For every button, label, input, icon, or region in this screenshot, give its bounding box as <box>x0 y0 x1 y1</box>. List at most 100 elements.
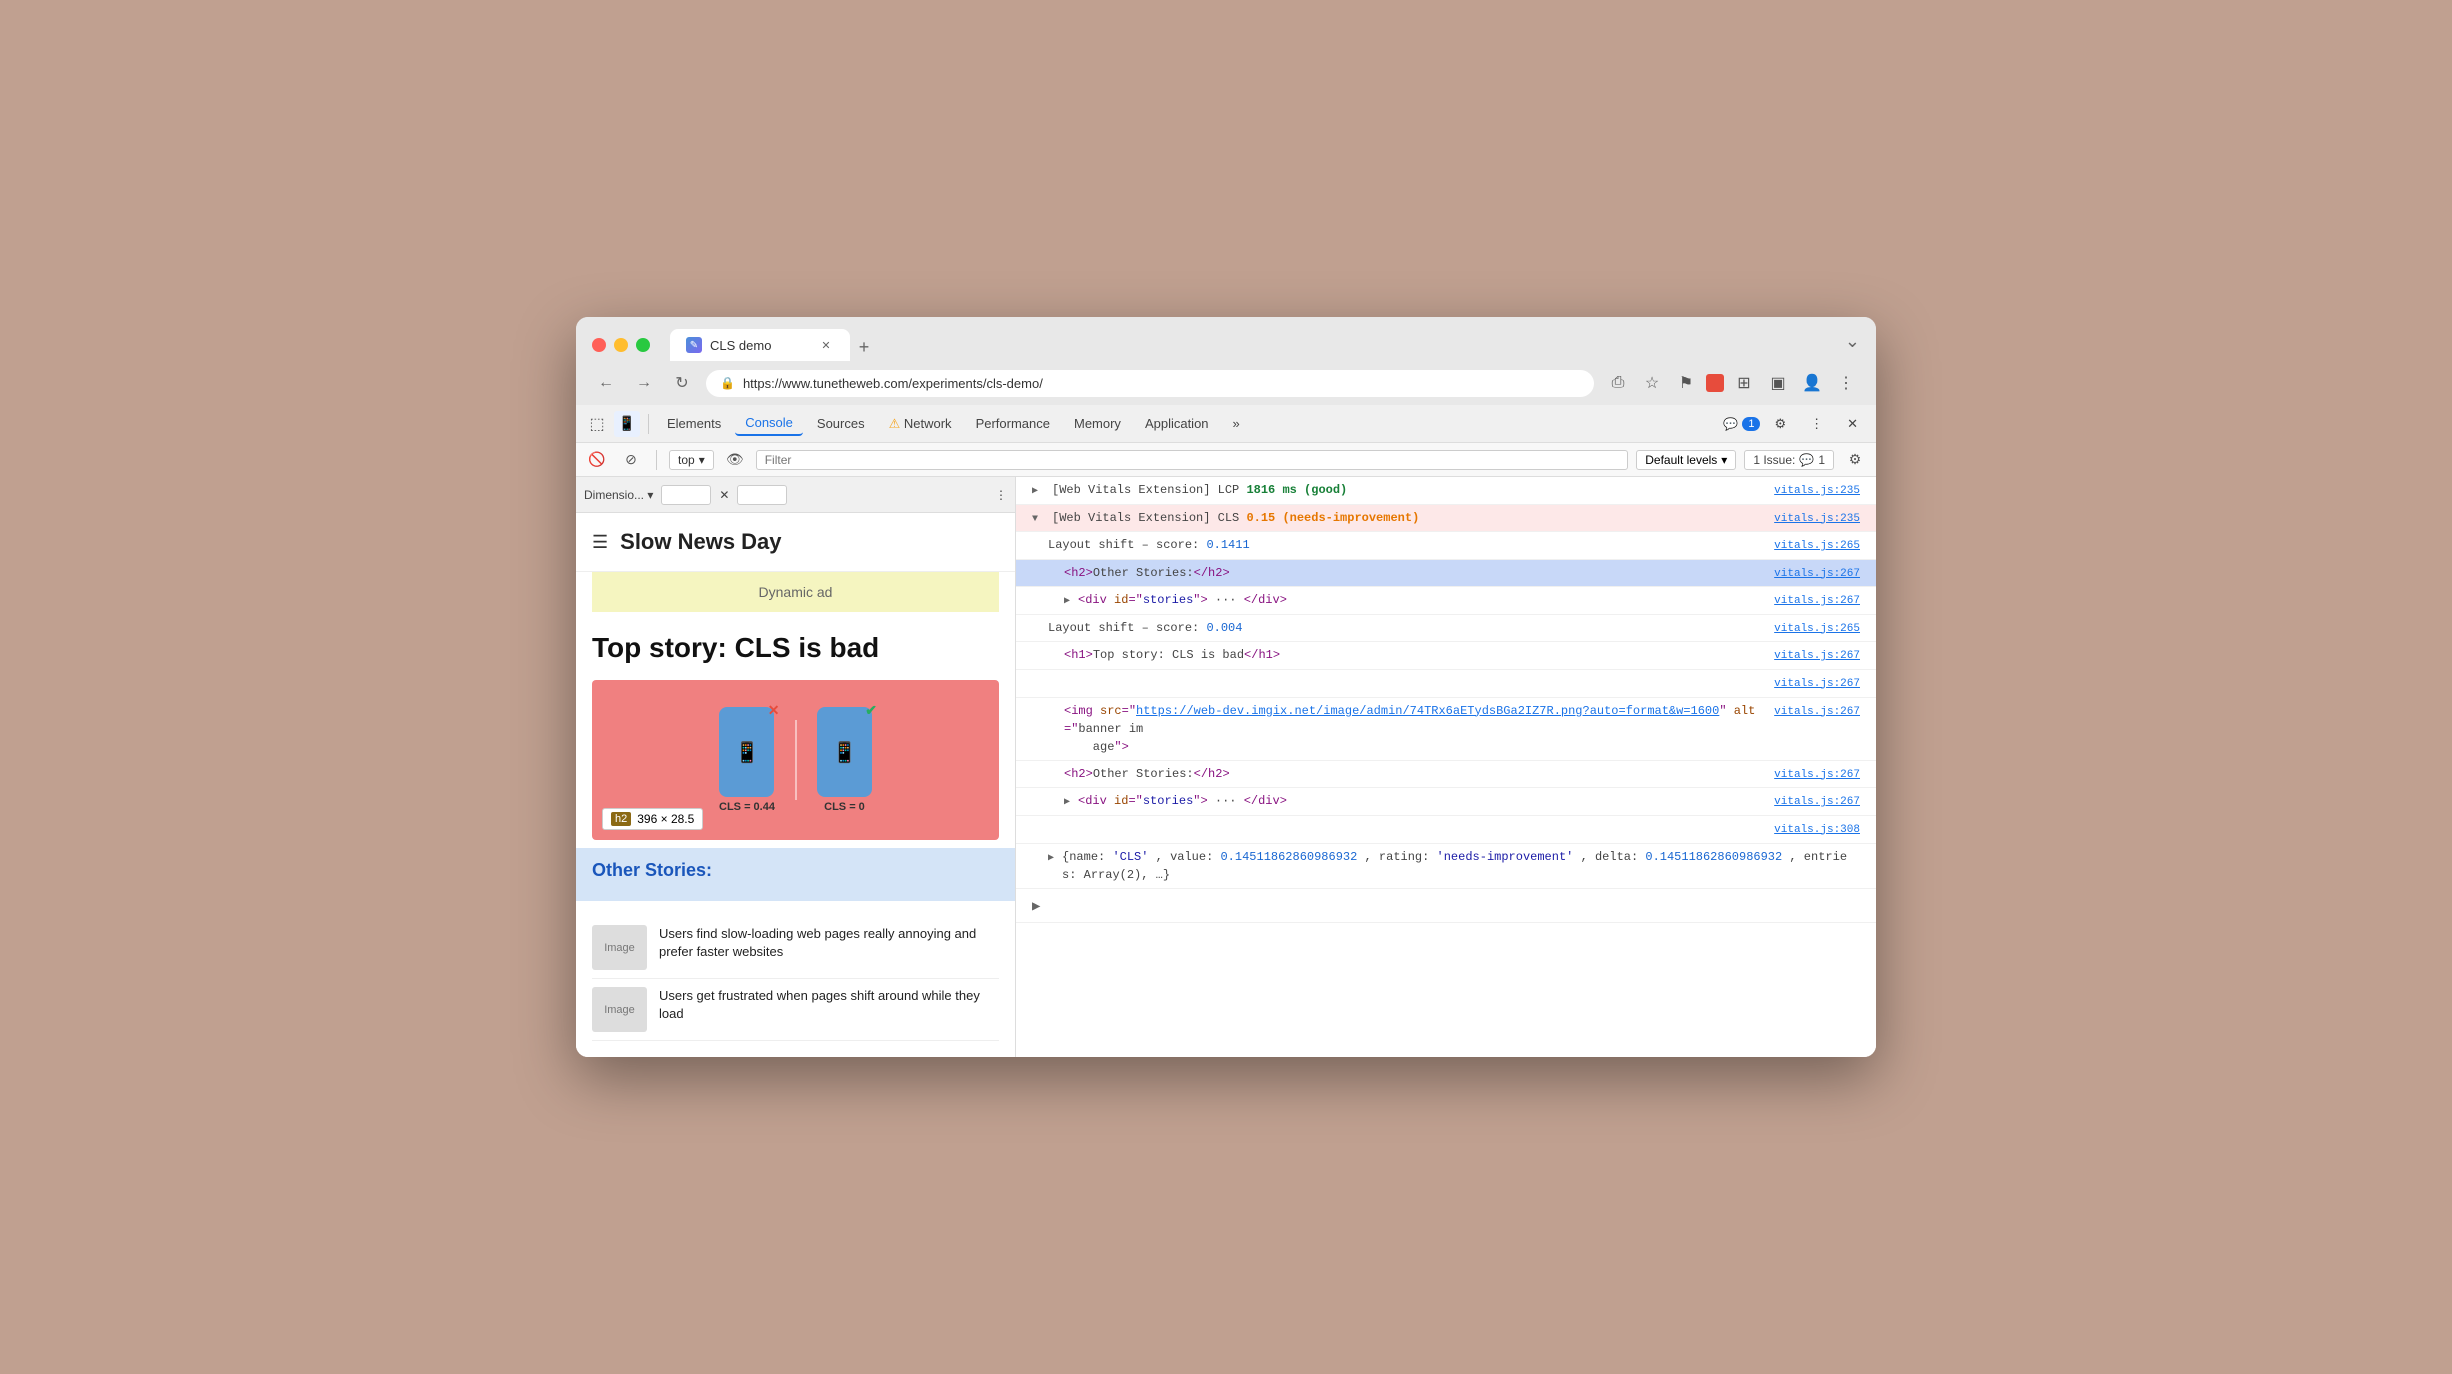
divider <box>795 720 797 800</box>
h2-stories-2-source[interactable]: vitals.js:267 <box>1774 767 1860 784</box>
extensions-icon[interactable]: ⊞ <box>1730 369 1758 397</box>
devtools-close-btn[interactable]: ✕ <box>1837 412 1868 436</box>
tab-network[interactable]: ⚠ Network <box>879 412 962 436</box>
share-icon[interactable]: ⎙ <box>1604 369 1632 397</box>
expand-lcp-arrow[interactable]: ▶ <box>1032 484 1044 499</box>
devtools-more-btn[interactable]: ⋮ <box>1800 412 1833 436</box>
top-label: top <box>678 453 695 467</box>
flag-icon[interactable]: ⚑ <box>1672 369 1700 397</box>
console-cls-line: ▼ [Web Vitals Extension] CLS 0.15 (needs… <box>1016 505 1876 533</box>
address-input[interactable]: 🔒 https://www.tunetheweb.com/experiments… <box>706 370 1594 397</box>
reload-button[interactable]: ↻ <box>668 369 696 397</box>
cls-bad-label: CLS = 0.44 <box>719 801 775 813</box>
div-stories-2-expand[interactable]: ▶ <box>1064 795 1070 810</box>
tab-memory[interactable]: Memory <box>1064 412 1131 435</box>
minimize-button[interactable] <box>614 338 628 352</box>
object-content: {name: 'CLS' , value: 0.1451186286098693… <box>1062 848 1860 884</box>
active-tab[interactable]: ✎ CLS demo ✕ <box>670 329 850 361</box>
hamburger-menu[interactable]: ☰ <box>592 532 608 553</box>
tab-console[interactable]: Console <box>735 411 803 436</box>
div-stories-1-expand[interactable]: ▶ <box>1064 594 1070 609</box>
devtools-end-controls: 💬 1 ⚙ ⋮ ✕ <box>1723 412 1868 436</box>
dimensions-more-btn[interactable]: ⋮ <box>995 488 1007 502</box>
width-input[interactable]: 412 <box>661 485 711 505</box>
console-toolbar: 🚫 ⊘ top ▾ 👁 Default levels ▾ 1 Issue: 💬 … <box>576 443 1876 477</box>
page-header: ☰ Slow News Day <box>576 513 1015 572</box>
spacer-source[interactable]: vitals.js:267 <box>1774 676 1860 693</box>
recording-icon <box>1706 374 1724 392</box>
devtools-inspect-button[interactable]: ⬚ <box>584 411 610 437</box>
div-stories-1-content: <div id="stories"> ··· </div> <box>1078 591 1766 609</box>
div-stories-1-line: ▶ <div id="stories"> ··· </div> vitals.j… <box>1016 587 1876 615</box>
other-stories-text: Other Stories: <box>592 860 712 880</box>
phone-good: 📱 ✔ <box>817 707 872 797</box>
object-expand[interactable]: ▶ <box>1048 851 1054 866</box>
more-options-icon[interactable]: ⋮ <box>1832 369 1860 397</box>
issue-badge[interactable]: 1 Issue: 💬 1 <box>1744 450 1834 470</box>
browser-window: ✎ CLS demo ✕ + ⌄ ← → ↻ 🔒 https://www.tun… <box>576 317 1876 1057</box>
expand-cls-arrow[interactable]: ▼ <box>1032 512 1044 527</box>
devtools-settings-btn[interactable]: ⚙ <box>1764 412 1796 436</box>
img-line: <img src="https://web-dev.imgix.net/imag… <box>1016 698 1876 761</box>
cls-source[interactable]: vitals.js:235 <box>1774 511 1860 528</box>
dimensions-bar: Dimensio... ▾ 412 ✕ 823 ⋮ <box>576 477 1015 513</box>
filter-input[interactable] <box>756 450 1629 470</box>
stories-list: Image Users find slow-loading web pages … <box>576 909 1015 1049</box>
layout-shift-2-source[interactable]: vitals.js:265 <box>1774 621 1860 638</box>
layout-shift-1-source[interactable]: vitals.js:265 <box>1774 538 1860 555</box>
default-levels-label: Default levels <box>1645 453 1717 467</box>
bottom-expand-arrow[interactable]: ▶ <box>1032 897 1040 918</box>
network-warning-icon: ⚠ <box>889 416 901 431</box>
eye-icon[interactable]: 👁 <box>722 447 748 473</box>
filter-toggle-btn[interactable]: ⊘ <box>618 447 644 473</box>
tab-more[interactable]: » <box>1223 412 1250 435</box>
height-input[interactable]: 823 <box>737 485 787 505</box>
div-stories-2-source[interactable]: vitals.js:267 <box>1774 794 1860 811</box>
other-stories-header: Other Stories: <box>576 848 1015 893</box>
context-dropdown[interactable]: top ▾ <box>669 450 714 470</box>
clear-console-btn[interactable]: 🚫 <box>584 447 610 473</box>
issues-counter[interactable]: 💬 1 <box>1723 417 1760 431</box>
vitals-308-source[interactable]: vitals.js:308 <box>1774 822 1860 839</box>
hero-image: 📱 ✕ CLS = 0.44 📱 ✔ CLS = 0 <box>592 680 999 840</box>
div-stories-1-source[interactable]: vitals.js:267 <box>1774 593 1860 610</box>
ad-banner: Dynamic ad <box>592 572 999 612</box>
tab-elements[interactable]: Elements <box>657 412 731 435</box>
dimension-cross: ✕ <box>719 488 729 502</box>
back-button[interactable]: ← <box>592 369 620 397</box>
dropdown-arrow: ▾ <box>699 453 705 467</box>
phone-bad-group: 📱 ✕ CLS = 0.44 <box>719 707 775 813</box>
forward-button[interactable]: → <box>630 369 658 397</box>
default-levels-dropdown[interactable]: Default levels ▾ <box>1636 450 1736 470</box>
tab-sources[interactable]: Sources <box>807 412 875 435</box>
check-mark-icon: ✔ <box>865 702 877 719</box>
tab-favicon: ✎ <box>686 337 702 353</box>
h1-source[interactable]: vitals.js:267 <box>1774 648 1860 665</box>
lcp-source[interactable]: vitals.js:235 <box>1774 483 1860 500</box>
img-source[interactable]: vitals.js:267 <box>1774 704 1860 721</box>
tab-performance[interactable]: Performance <box>966 412 1060 435</box>
profile-icon[interactable]: 👤 <box>1798 369 1826 397</box>
console-settings-btn[interactable]: ⚙ <box>1842 447 1868 473</box>
issue-count: 1 <box>1818 453 1825 467</box>
h2-stories-source[interactable]: vitals.js:267 <box>1774 566 1860 583</box>
lcp-content: [Web Vitals Extension] LCP 1816 ms (good… <box>1052 481 1766 499</box>
h2-stories-content: <h2>Other Stories:</h2> <box>1064 564 1766 582</box>
spacer-line: vitals.js:267 <box>1016 670 1876 698</box>
close-button[interactable] <box>592 338 606 352</box>
tab-close-button[interactable]: ✕ <box>818 337 834 353</box>
tab-application[interactable]: Application <box>1135 412 1219 435</box>
maximize-button[interactable] <box>636 338 650 352</box>
page-headline: Top story: CLS is bad <box>576 624 1015 672</box>
cls-content: [Web Vitals Extension] CLS 0.15 (needs-i… <box>1052 509 1766 527</box>
page-site-title: Slow News Day <box>620 529 781 555</box>
layout-shift-1-line: Layout shift – score: 0.1411 vitals.js:2… <box>1016 532 1876 560</box>
img-content: <img src="https://web-dev.imgix.net/imag… <box>1064 702 1766 756</box>
h2-stories-2-content: <h2>Other Stories:</h2> <box>1064 765 1766 783</box>
new-tab-button[interactable]: + <box>850 333 878 361</box>
vitals-308-line: vitals.js:308 <box>1016 816 1876 844</box>
tab-title: CLS demo <box>710 338 771 353</box>
split-view-icon[interactable]: ▣ <box>1764 369 1792 397</box>
devtools-device-button[interactable]: 📱 <box>614 411 640 437</box>
bookmark-icon[interactable]: ☆ <box>1638 369 1666 397</box>
